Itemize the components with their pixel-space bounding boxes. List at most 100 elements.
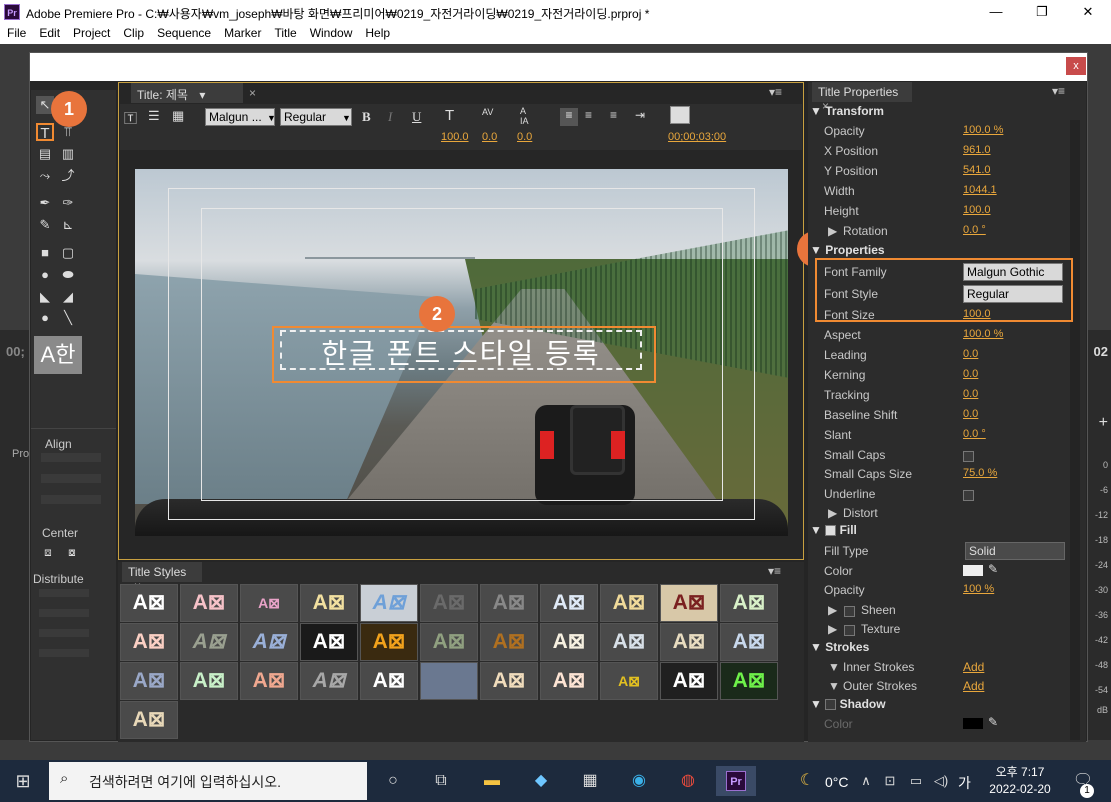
rounded-corner-tool-icon[interactable]: ⬬ <box>59 266 77 284</box>
opacity-value[interactable]: 100.0 % <box>963 124 1003 136</box>
type-tool-icon[interactable]: T <box>36 123 54 142</box>
tab-title-properties[interactable]: Title Properties × <box>812 82 912 113</box>
show-background-video-icon[interactable] <box>670 106 690 124</box>
bold-button[interactable]: B <box>362 109 371 125</box>
new-title-icon[interactable]: ▦ <box>172 108 184 124</box>
style-swatch[interactable]: A⊠ <box>240 662 298 700</box>
task-view-icon[interactable]: ⧉ <box>424 766 458 796</box>
kerning-value[interactable]: 0.0 <box>482 131 497 143</box>
network-icon[interactable]: ▭ <box>905 766 927 796</box>
template-icon[interactable]: 🅃 <box>124 108 137 127</box>
color-swatch[interactable] <box>963 565 983 576</box>
menu-file[interactable]: File <box>0 24 32 44</box>
notes-app-icon[interactable]: ◆ <box>524 766 558 796</box>
expand-arrow-icon[interactable]: ▶ <box>828 603 837 617</box>
windows-start-icon[interactable]: ⊞ <box>6 766 40 796</box>
taskbar-search-box[interactable]: 검색하려면 여기에 입력하십시오. <box>49 762 367 800</box>
style-swatch[interactable]: A⊠ <box>360 623 418 661</box>
style-swatch[interactable]: A⊠ <box>660 623 718 661</box>
horizontal-center-icon[interactable]: ⧈ <box>39 543 57 561</box>
style-swatch[interactable]: A⊠ <box>180 584 238 622</box>
timecode[interactable]: 00;00;03;00 <box>668 131 726 143</box>
underline-checkbox[interactable] <box>963 490 974 502</box>
small-caps-size-value[interactable]: 75.0 % <box>963 467 997 479</box>
leading-value[interactable]: 0.0 <box>963 348 978 360</box>
style-swatch[interactable]: A⊠ <box>600 584 658 622</box>
style-swatch[interactable]: A⊠ <box>180 623 238 661</box>
panel-menu-icon[interactable]: ▾≡ <box>769 85 782 99</box>
rotation-value[interactable]: 0.0 ° <box>963 224 986 236</box>
transform-section[interactable]: ▼ Transform <box>810 104 884 118</box>
align-right-icon[interactable]: ≡ <box>610 108 617 122</box>
style-swatch[interactable]: A⊠ <box>180 662 238 700</box>
kerning-value[interactable]: 0.0 <box>963 368 978 380</box>
roll-crawl-icon[interactable]: ☰ <box>148 108 160 124</box>
style-swatch[interactable]: A⊠ <box>720 623 778 661</box>
expand-arrow-icon[interactable]: ▶ <box>828 224 837 238</box>
leading-value[interactable]: 0.0 <box>517 131 532 143</box>
taskbar-clock[interactable]: 오후 7:17 2022-02-20 <box>978 764 1062 800</box>
xpos-value[interactable]: 961.0 <box>963 144 991 156</box>
cortana-icon[interactable]: ○ <box>376 766 410 796</box>
shadow-checkbox[interactable] <box>825 699 837 711</box>
fill-type-select[interactable]: Solid <box>965 542 1065 560</box>
style-swatch[interactable]: A⊠ <box>120 584 178 622</box>
align-left-icon[interactable]: ≡ <box>560 108 578 126</box>
shadow-color-swatch[interactable] <box>963 718 983 729</box>
collapse-arrow-icon[interactable]: ▼ <box>828 679 840 693</box>
titler-close-button[interactable]: x <box>1066 57 1086 75</box>
style-swatch[interactable]: A⊠ <box>660 662 718 700</box>
eyedropper-icon[interactable]: ✎ <box>988 562 998 576</box>
style-swatch[interactable]: A⊠ <box>720 584 778 622</box>
menu-edit[interactable]: Edit <box>32 24 66 44</box>
calculator-icon[interactable]: ▦ <box>573 766 607 796</box>
style-swatch[interactable]: A⊠ <box>360 662 418 700</box>
pen-tool-icon[interactable]: ✒ <box>36 194 54 212</box>
tab-menu-icon[interactable]: ▾ <box>199 88 205 102</box>
sheen-checkbox[interactable] <box>844 606 855 618</box>
style-swatch[interactable]: A⊠ <box>540 662 598 700</box>
align-center-icon[interactable]: ≡ <box>585 108 592 122</box>
style-swatch[interactable]: A⊠ <box>300 662 358 700</box>
premiere-taskbar-button[interactable]: Pr <box>716 766 756 796</box>
style-swatch[interactable]: A⊠ <box>120 662 178 700</box>
font-family-dropdown[interactable]: Malgun ... <box>205 108 275 126</box>
menu-clip[interactable]: Clip <box>116 24 150 44</box>
texture-checkbox[interactable] <box>844 625 855 637</box>
panel-menu-icon[interactable]: ▾≡ <box>1052 84 1065 98</box>
weather-moon-icon[interactable]: ☾ <box>790 766 824 796</box>
width-value[interactable]: 1044.1 <box>963 184 997 196</box>
style-swatch[interactable]: A⊠ <box>120 701 178 739</box>
underline-button[interactable]: U <box>412 109 421 125</box>
style-swatch[interactable]: A⊠ <box>600 662 658 700</box>
style-swatch[interactable]: A⊠ <box>420 584 478 622</box>
properties-scrollbar[interactable] <box>1070 120 1080 740</box>
style-swatch[interactable]: A⊠ <box>300 623 358 661</box>
edge-browser-icon[interactable]: ◉ <box>622 766 656 796</box>
tray-expand-icon[interactable]: ∧ <box>856 766 876 796</box>
tab-stops-icon[interactable]: ⇥ <box>635 108 645 122</box>
arc-tool-icon[interactable]: ◢ <box>59 288 77 306</box>
title-text-object[interactable]: 한글 폰트 스타일 등록 <box>280 330 642 370</box>
style-swatch[interactable]: A⊠ <box>600 623 658 661</box>
style-swatch[interactable]: A⊠ <box>660 584 718 622</box>
weather-temperature[interactable]: 0°C <box>825 774 849 790</box>
style-swatch[interactable]: A⊠ <box>480 584 538 622</box>
ellipse-tool-icon[interactable]: ● <box>36 309 54 327</box>
style-swatch[interactable]: A⊠ <box>300 584 358 622</box>
add-button[interactable]: + <box>1099 414 1108 432</box>
menu-help[interactable]: Help <box>358 24 396 44</box>
italic-button[interactable]: I <box>388 109 392 125</box>
convert-anchor-tool-icon[interactable]: ⊾ <box>59 216 77 234</box>
wedge-tool-icon[interactable]: ◣ <box>36 288 54 306</box>
slant-value[interactable]: 0.0 ° <box>963 428 986 440</box>
clipped-corner-tool-icon[interactable]: ● <box>36 266 54 284</box>
style-swatch[interactable]: A⊠ <box>240 584 298 622</box>
menu-project[interactable]: Project <box>66 24 116 44</box>
style-swatch[interactable]: A⊠ <box>540 584 598 622</box>
expand-arrow-icon[interactable]: ▶ <box>828 622 837 636</box>
menu-window[interactable]: Window <box>303 24 359 44</box>
rectangle-tool-icon[interactable]: ■ <box>36 244 54 262</box>
panel-menu-icon[interactable]: ▾≡ <box>768 564 781 578</box>
fill-section[interactable]: ▼ Fill <box>810 523 857 537</box>
